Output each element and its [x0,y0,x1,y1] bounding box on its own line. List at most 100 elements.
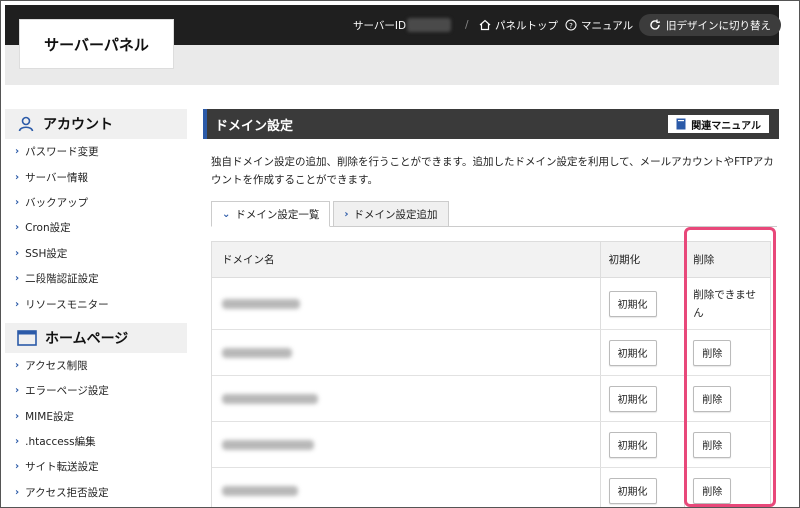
domain-cell [212,422,601,467]
sidebar-item-resource-monitor[interactable]: › リソースモニター [5,291,187,316]
chevron-down-icon: ⌄ [222,208,231,220]
init-button[interactable]: 初期化 [608,339,657,366]
init-cell: 初期化 [601,422,686,467]
sidebar-section-homepage: ホームページ [5,322,187,353]
old-design-label: 旧デザインに切り替え [666,19,771,32]
sidebar-item-label: SSH設定 [25,247,68,260]
cannot-delete-text: 削除できません [693,288,756,319]
sidebar-item-label: リソースモニター [25,298,109,311]
panel-top-label: パネルトップ [495,19,558,32]
manual-link[interactable]: ? マニュアル [565,5,633,45]
sidebar-item-access-restriction[interactable]: › アクセス制限 [5,353,187,378]
domain-cell [212,376,601,421]
delete-cell: 削除 [685,330,770,375]
domain-name-redacted [222,485,298,496]
app-frame: サーバーパネル サーバーID / パネルトップ ? マニュアル 旧デザインに切り… [0,0,800,508]
panel-top-link[interactable]: パネルトップ [479,5,558,45]
main-content: ドメイン設定 関連マニュアル 独自ドメイン設定の追加、削除を行うことができます。… [203,109,779,507]
domain-cell [212,330,601,375]
domain-name-redacted [222,439,314,450]
chevron-right-icon: › [15,385,20,397]
init-button[interactable]: 初期化 [608,385,657,412]
init-cell: 初期化 [601,376,686,421]
chevron-right-icon: › [15,196,20,208]
column-header-delete: 削除 [693,254,715,266]
sidebar-item-server-info[interactable]: › サーバー情報 [5,164,187,189]
init-button[interactable]: 初期化 [608,290,657,317]
chevron-right-icon: › [15,298,20,310]
delete-button[interactable]: 削除 [693,431,732,458]
sidebar-item-mime[interactable]: › MIME設定 [5,404,187,429]
chevron-right-icon: › [15,146,20,158]
logo[interactable]: サーバーパネル [19,19,174,69]
tab-label: ドメイン設定一覧 [235,208,320,221]
chevron-right-icon: › [344,208,349,220]
sidebar-item-label: エラーページ設定 [25,385,109,398]
sidebar-item-label: サーバー情報 [25,171,89,184]
related-manual-button[interactable]: 関連マニュアル [668,115,769,133]
sidebar-item-backup[interactable]: › バックアップ [5,190,187,215]
related-manual-label: 関連マニュアル [691,120,761,132]
server-id-value [407,18,451,32]
tab-label: ドメイン設定追加 [353,208,438,221]
sidebar-item-cron[interactable]: › Cron設定 [5,215,187,240]
tab-domain-add[interactable]: › ドメイン設定追加 [333,201,449,227]
chevron-right-icon: › [15,247,20,259]
sidebar-item-ssh[interactable]: › SSH設定 [5,241,187,266]
domain-cell [212,278,601,329]
table-row: 初期化 削除 [212,330,770,376]
domain-cell [212,468,601,507]
sidebar: アカウント › パスワード変更 › サーバー情報 › バックアップ › Cron設定 ›… [5,109,187,507]
sidebar-item-htaccess[interactable]: › .htaccess編集 [5,429,187,454]
sidebar-item-error-page[interactable]: › エラーページ設定 [5,378,187,403]
sidebar-item-label: .htaccess編集 [25,436,96,449]
init-button[interactable]: 初期化 [608,477,657,504]
table-row: 初期化 削除できません [212,278,770,330]
delete-button[interactable]: 削除 [693,477,732,504]
init-cell: 初期化 [601,278,686,329]
table-row: 初期化 削除 [212,468,770,507]
header-divider: / [465,19,469,31]
sidebar-item-label: アクセス制限 [25,359,88,372]
table-row: 初期化 削除 [212,376,770,422]
window-icon [17,329,37,346]
page-description: 独自ドメイン設定の追加、削除を行うことができます。追加したドメイン設定を利用して… [211,156,774,186]
page-title: ドメイン設定 [215,118,294,134]
chevron-right-icon: › [15,410,20,422]
sidebar-item-two-factor[interactable]: › 二段階認証設定 [5,266,187,291]
book-icon [676,118,686,130]
domain-name-redacted [222,347,292,358]
chevron-right-icon: › [15,222,20,234]
sidebar-item-label: MIME設定 [25,410,74,423]
page-header: ドメイン設定 関連マニュアル [203,109,779,139]
old-design-button[interactable]: 旧デザインに切り替え [639,14,781,36]
sidebar-section-account: アカウント [5,109,187,139]
chevron-right-icon: › [15,436,20,448]
column-header-init: 初期化 [601,242,686,277]
chevron-right-icon: › [15,486,20,498]
sidebar-item-password[interactable]: › パスワード変更 [5,139,187,164]
delete-cell: 削除できません [685,278,770,329]
init-button[interactable]: 初期化 [608,431,657,458]
delete-button[interactable]: 削除 [693,385,732,412]
table-row: 初期化 削除 [212,422,770,468]
init-cell: 初期化 [601,330,686,375]
delete-cell: 削除 [685,468,770,507]
sidebar-section-title: ホームページ [45,330,129,347]
chevron-right-icon: › [15,461,20,473]
chevron-right-icon: › [15,359,20,371]
delete-cell: 削除 [685,422,770,467]
sidebar-item-label: 二段階認証設定 [25,273,99,286]
sidebar-section-title: アカウント [43,117,113,133]
tab-bar: ⌄ ドメイン設定一覧 › ドメイン設定追加 [211,201,449,227]
column-header-domain: ドメイン名 [212,242,601,277]
sidebar-item-label: バックアップ [25,196,89,209]
sidebar-item-site-redirect[interactable]: › サイト転送設定 [5,454,187,479]
help-icon: ? [565,19,577,31]
table-header: ドメイン名 初期化 削除 [212,242,770,278]
manual-label: マニュアル [581,19,634,32]
delete-button[interactable]: 削除 [693,339,732,366]
tab-domain-list[interactable]: ⌄ ドメイン設定一覧 [211,201,331,227]
sidebar-item-access-deny[interactable]: › アクセス拒否設定 [5,480,187,505]
server-id-label: サーバーID [353,19,407,32]
